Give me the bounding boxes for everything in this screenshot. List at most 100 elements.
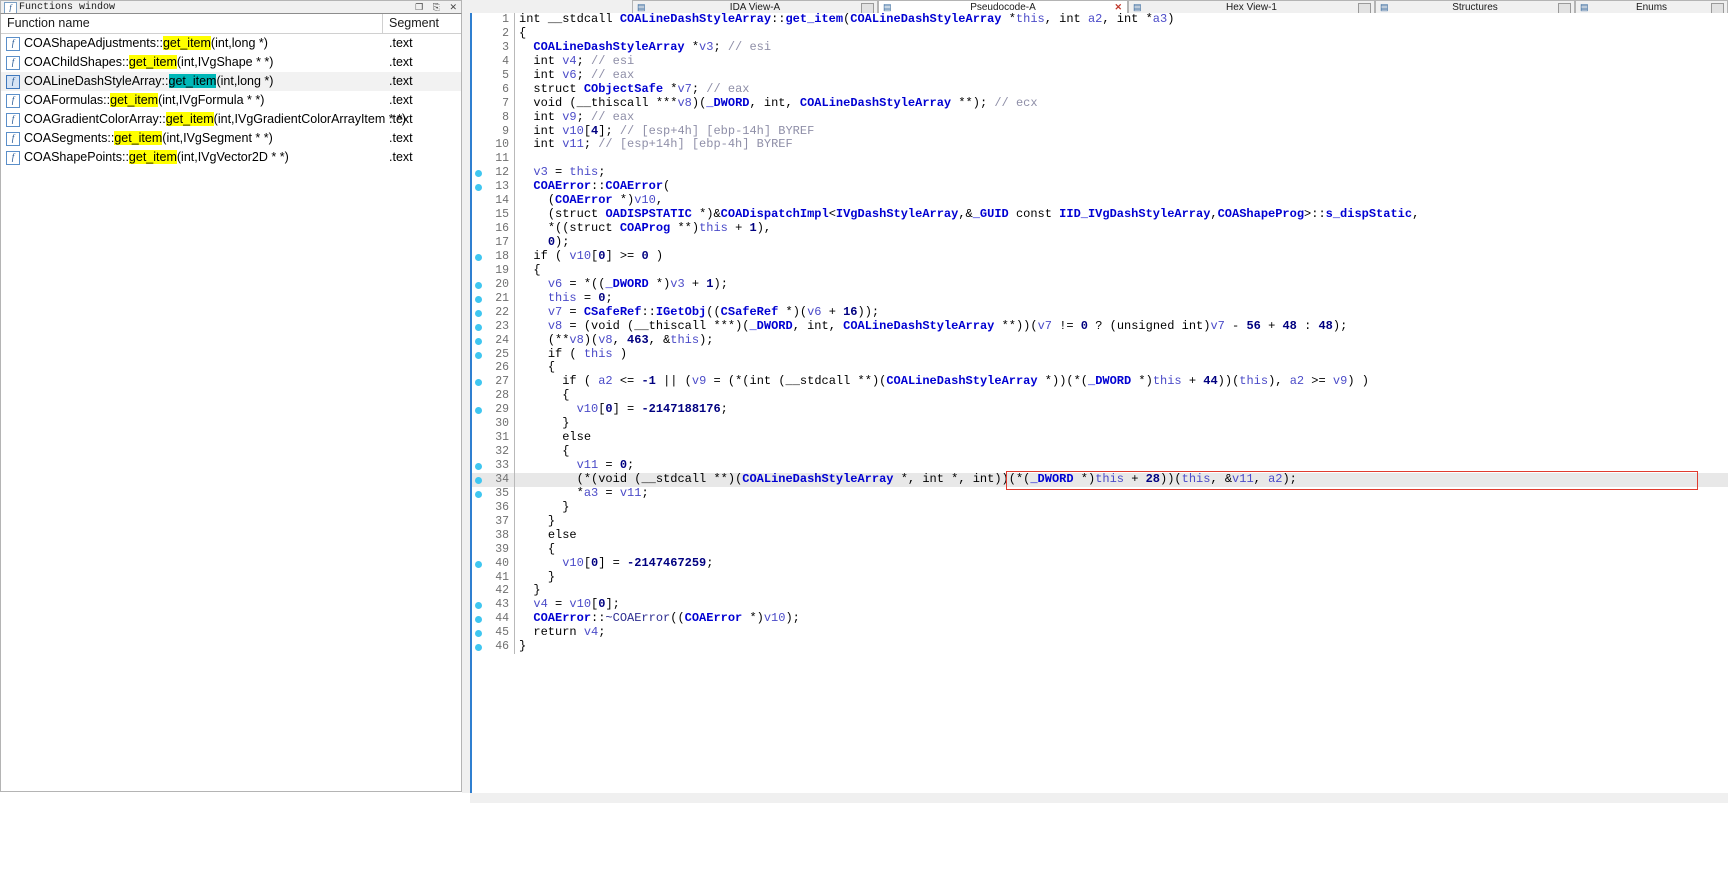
- pseudocode-line[interactable]: 27 if ( a2 <= -1 || (v9 = (*(int (__stdc…: [472, 374, 1728, 390]
- dock-tab-label: Pseudocode-A: [970, 2, 1036, 13]
- function-list-item[interactable]: f COAGradientColorArray::get_item(int,IVg…: [1, 110, 461, 129]
- line-number: 20: [495, 277, 509, 291]
- pseudocode-line[interactable]: 44 COAError::~COAError((COAError *)v10);: [472, 611, 1728, 627]
- pseudocode-line[interactable]: 22 v7 = CSafeRef::IGetObj((CSafeRef *)(v…: [472, 305, 1728, 320]
- dock-button[interactable]: ⎘: [433, 2, 440, 12]
- column-header-function-name[interactable]: Function name: [1, 14, 383, 33]
- minimize-icon[interactable]: [1358, 3, 1371, 13]
- pseudocode-line[interactable]: 14 (COAError *)v10,: [472, 193, 1728, 209]
- pseudocode-line[interactable]: 41 }: [472, 570, 1728, 585]
- pseudocode-line[interactable]: 45 return v4;: [472, 625, 1728, 641]
- pseudocode-line-text: COALineDashStyleArray *v3; // esi: [514, 40, 771, 55]
- breakpoint-marker-icon[interactable]: [475, 602, 482, 610]
- pseudocode-view[interactable]: 1 int __stdcall COALineDashStyleArray::ge…: [470, 13, 1728, 793]
- pseudocode-line[interactable]: 24 (**v8)(v8, 463, &this);: [472, 333, 1728, 348]
- pseudocode-line[interactable]: 38 else: [472, 528, 1728, 543]
- pseudocode-line[interactable]: 12 v3 = this;: [472, 165, 1728, 181]
- minimize-icon[interactable]: [1711, 3, 1724, 13]
- pseudocode-line[interactable]: 2{: [472, 26, 1728, 41]
- pseudocode-line[interactable]: 4 int v4; // esi: [472, 54, 1728, 69]
- pseudocode-line[interactable]: 11: [472, 152, 1728, 167]
- breakpoint-marker-icon[interactable]: [475, 476, 482, 484]
- pseudocode-line[interactable]: 3 COALineDashStyleArray *v3; // esi: [472, 40, 1728, 55]
- pseudocode-line[interactable]: 25 if ( this ): [472, 347, 1728, 362]
- pseudocode-line[interactable]: 8 int v9; // eax: [472, 110, 1728, 125]
- pseudocode-line[interactable]: 17 0);: [472, 235, 1728, 250]
- pseudocode-line[interactable]: 33 v11 = 0;: [472, 458, 1728, 473]
- float-button[interactable]: ❐: [415, 2, 423, 12]
- pseudocode-line[interactable]: 19 {: [472, 263, 1728, 278]
- pseudocode-line[interactable]: 32 {: [472, 444, 1728, 460]
- breakpoint-marker-icon[interactable]: [475, 351, 482, 359]
- function-list-item[interactable]: f COASegments::get_item(int,IVgSegment * …: [1, 129, 461, 148]
- function-list-item[interactable]: f COAShapePoints::get_item(int,IVgVector2…: [1, 148, 461, 167]
- pseudocode-line[interactable]: 34 (*(void (__stdcall **)(COALineDashSty…: [472, 472, 1728, 487]
- minimize-icon[interactable]: [1558, 3, 1571, 13]
- pseudocode-horizontal-scrollbar[interactable]: [470, 793, 1728, 803]
- breakpoint-marker-icon[interactable]: [475, 616, 482, 624]
- pseudocode-line-text: if ( this ): [514, 347, 627, 362]
- pseudocode-line[interactable]: 43 v4 = v10[0];: [472, 597, 1728, 613]
- breakpoint-marker-icon[interactable]: [475, 490, 482, 498]
- minimize-icon[interactable]: [861, 3, 874, 13]
- function-list-item[interactable]: f COAChildShapes::get_item(int,IVgShape *…: [1, 53, 461, 72]
- pseudocode-line-text: }: [514, 514, 555, 529]
- pseudocode-line[interactable]: 28 {: [472, 388, 1728, 404]
- function-list-item[interactable]: f COALineDashStyleArray::get_item(int,lon…: [1, 72, 461, 91]
- pseudocode-line[interactable]: 23 v8 = (void (__thiscall ***)(_DWORD, i…: [472, 319, 1728, 334]
- pseudocode-line[interactable]: 46}: [472, 639, 1728, 655]
- breakpoint-marker-icon[interactable]: [475, 323, 482, 331]
- dock-tab-ida-view-a[interactable]: ▤ IDA View-A: [632, 0, 878, 13]
- breakpoint-marker-icon[interactable]: [475, 463, 482, 470]
- dock-tab-pseudocode-a[interactable]: ▤ Pseudocode-A ✕: [878, 0, 1128, 13]
- breakpoint-marker-icon[interactable]: [475, 170, 482, 178]
- breakpoint-marker-icon[interactable]: [475, 379, 482, 387]
- breakpoint-marker-icon[interactable]: [475, 630, 482, 638]
- pseudocode-line[interactable]: 37 }: [472, 514, 1728, 529]
- breakpoint-marker-icon[interactable]: [475, 337, 482, 345]
- pseudocode-line[interactable]: 30 }: [472, 416, 1728, 432]
- breakpoint-marker-icon[interactable]: [475, 407, 482, 415]
- pseudocode-line[interactable]: 29 v10[0] = -2147188176;: [472, 402, 1728, 418]
- function-segment-text: .text: [389, 93, 413, 107]
- breakpoint-marker-icon[interactable]: [475, 253, 482, 261]
- pseudocode-line[interactable]: 39 {: [472, 542, 1728, 557]
- column-header-segment[interactable]: Segment: [383, 14, 462, 33]
- pseudocode-line[interactable]: 5 int v6; // eax: [472, 68, 1728, 83]
- breakpoint-marker-icon[interactable]: [475, 295, 482, 303]
- dock-tab-enums[interactable]: ▤ Enums: [1575, 0, 1728, 13]
- pseudocode-line[interactable]: 40 v10[0] = -2147467259;: [472, 556, 1728, 571]
- pseudocode-line[interactable]: 21 this = 0;: [472, 291, 1728, 306]
- pseudocode-line[interactable]: 42 }: [472, 583, 1728, 599]
- pseudocode-line[interactable]: 16 *((struct COAProg **)this + 1),: [472, 221, 1728, 237]
- function-list-item[interactable]: f COAShapeAdjustments::get_item(int,long …: [1, 34, 461, 53]
- breakpoint-marker-icon[interactable]: [475, 644, 482, 652]
- pseudocode-line[interactable]: 10 int v11; // [esp+14h] [ebp-4h] BYREF: [472, 137, 1728, 153]
- breakpoint-marker-icon[interactable]: [475, 560, 482, 568]
- pseudocode-line[interactable]: 6 struct CObjectSafe *v7; // eax: [472, 82, 1728, 97]
- close-icon[interactable]: ✕: [1114, 2, 1124, 12]
- pseudocode-line[interactable]: 31 else: [472, 430, 1728, 446]
- dock-tab-structures[interactable]: ▤ Structures: [1375, 0, 1575, 13]
- pseudocode-line[interactable]: 18 if ( v10[0] >= 0 ): [472, 249, 1728, 264]
- pseudocode-line[interactable]: 26 {: [472, 360, 1728, 376]
- function-f-icon: f: [6, 151, 20, 165]
- breakpoint-marker-icon[interactable]: [475, 184, 482, 192]
- breakpoint-marker-icon[interactable]: [475, 281, 482, 289]
- pseudocode-line[interactable]: 7 void (__thiscall ***v8)(_DWORD, int, C…: [472, 96, 1728, 111]
- pseudocode-line[interactable]: 1 int __stdcall COALineDashStyleArray::ge…: [472, 13, 1728, 27]
- line-number: 11: [495, 152, 509, 166]
- functions-window-titlebar[interactable]: f Functions window ❐ ⎘ ✕: [0, 0, 462, 15]
- pane-splitter[interactable]: [462, 13, 470, 793]
- function-list-item[interactable]: f COAFormulas::get_item(int,IVgFormula * …: [1, 91, 461, 110]
- line-number: 31: [495, 431, 509, 445]
- pseudocode-line[interactable]: 15 (struct OADISPSTATIC *)&COADispatchIm…: [472, 207, 1728, 223]
- pseudocode-line[interactable]: 35 *a3 = v11;: [472, 486, 1728, 501]
- pseudocode-line[interactable]: 36 }: [472, 500, 1728, 515]
- pseudocode-line[interactable]: 20 v6 = *((_DWORD *)v3 + 1);: [472, 277, 1728, 292]
- pseudocode-line[interactable]: 9 int v10[4]; // [esp+4h] [ebp-14h] BYRE…: [472, 124, 1728, 139]
- dock-tab-hex-view-1[interactable]: ▤ Hex View-1: [1128, 0, 1375, 13]
- breakpoint-marker-icon[interactable]: [475, 309, 482, 317]
- close-button[interactable]: ✕: [449, 2, 457, 12]
- pseudocode-line[interactable]: 13 COAError::COAError(: [472, 179, 1728, 195]
